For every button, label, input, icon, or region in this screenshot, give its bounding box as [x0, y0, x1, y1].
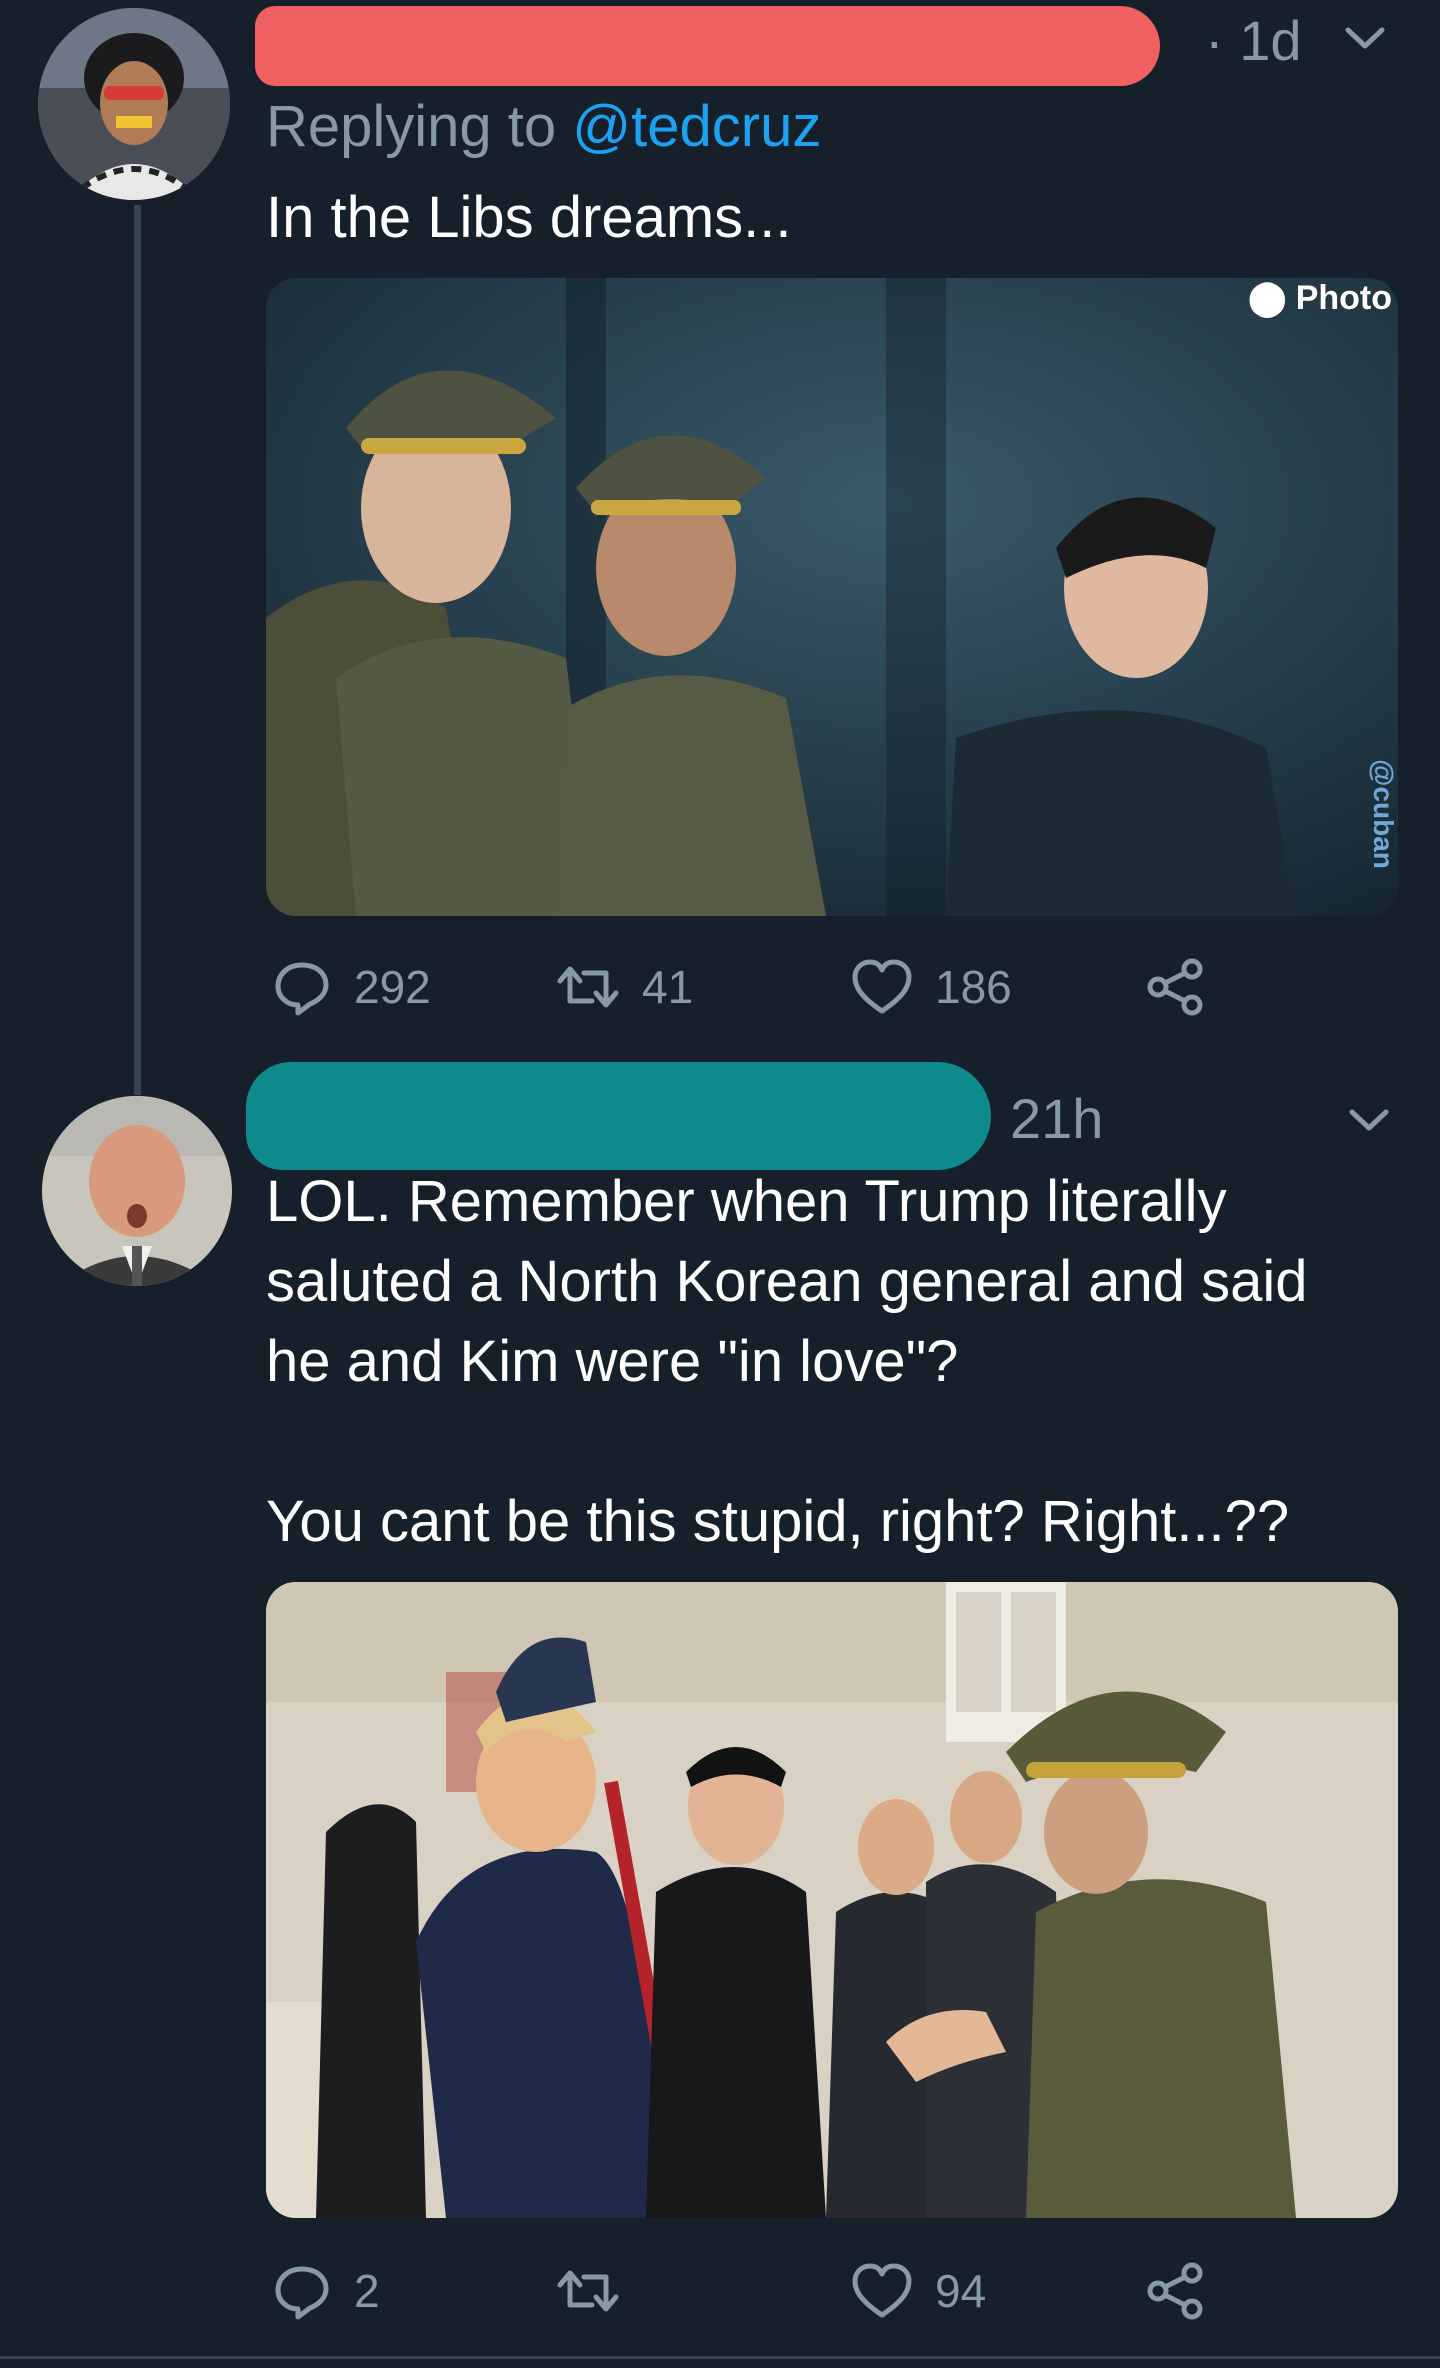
tweet-text-line: saluted a North Korean general and said — [266, 1249, 1308, 1314]
tweet-timestamp: 21h — [1010, 1087, 1104, 1150]
like-button[interactable]: 94 — [851, 2256, 986, 2326]
reply-button[interactable]: 292 — [272, 952, 431, 1022]
like-icon — [852, 2263, 912, 2318]
image-watermark-side: @cuban — [1368, 759, 1398, 869]
retweet-count: 41 — [642, 961, 694, 1013]
tweet-text-line: LOL. Remember when Trump literally — [266, 1169, 1227, 1234]
image-watermark-top-text: Photo — [1295, 279, 1392, 317]
reply-icon — [275, 962, 329, 1016]
redacted-username — [255, 6, 1160, 86]
tweet-actions: 2 94 — [266, 2256, 1398, 2326]
retweet-icon — [557, 966, 619, 1008]
avatar-photo — [42, 1096, 232, 1286]
like-count: 94 — [935, 2265, 987, 2317]
reply-count: 292 — [354, 961, 431, 1013]
replying-prefix: Replying to — [266, 94, 573, 159]
reply-count: 2 — [354, 2265, 380, 2317]
like-button[interactable]: 186 — [851, 952, 1012, 1022]
like-count: 186 — [935, 961, 1012, 1013]
like-icon — [852, 959, 912, 1014]
tweet-text-line: You cant be this stupid, right? Right...… — [266, 1489, 1290, 1554]
replying-to: Replying to @tedcruz — [266, 92, 821, 162]
share-icon — [1147, 2262, 1203, 2320]
divider — [0, 2356, 1440, 2359]
avatar[interactable] — [38, 8, 230, 200]
tweet-text-line: he and Kim were "in love"? — [266, 1329, 959, 1394]
image-watermark-top: ⬤ Photo — [1248, 278, 1392, 318]
tweet-text: In the Libs dreams... — [266, 185, 792, 250]
reply-button[interactable]: 2 — [272, 2256, 380, 2326]
replying-handle-link[interactable]: @tedcruz — [572, 94, 821, 159]
tweet-image[interactable]: ⬤ Photo @cuban — [266, 278, 1398, 916]
share-icon — [1147, 958, 1203, 1016]
chevron-down-icon[interactable] — [1344, 1100, 1394, 1140]
share-button[interactable] — [1144, 2256, 1206, 2326]
reply-icon — [275, 2266, 329, 2320]
tweet-photo — [266, 278, 1398, 916]
retweet-button[interactable]: 41 — [556, 952, 693, 1022]
retweet-button[interactable] — [556, 2256, 620, 2326]
tweet-photo — [266, 1582, 1398, 2218]
tweet-actions: 292 41 186 — [266, 952, 1398, 1022]
retweet-icon — [557, 2270, 619, 2312]
camera-icon: ⬤ — [1248, 279, 1296, 317]
chevron-down-icon[interactable] — [1340, 18, 1390, 58]
avatar[interactable] — [42, 1096, 232, 1286]
redacted-username — [246, 1062, 991, 1170]
tweet-timestamp: · 1d — [1205, 9, 1302, 72]
tweet-image[interactable] — [266, 1582, 1398, 2218]
share-button[interactable] — [1144, 952, 1206, 1022]
thread-connector-line — [134, 205, 141, 1095]
avatar-photo — [38, 8, 230, 200]
tweet-text: LOL. Remember when Trump literally salut… — [266, 1162, 1416, 1562]
